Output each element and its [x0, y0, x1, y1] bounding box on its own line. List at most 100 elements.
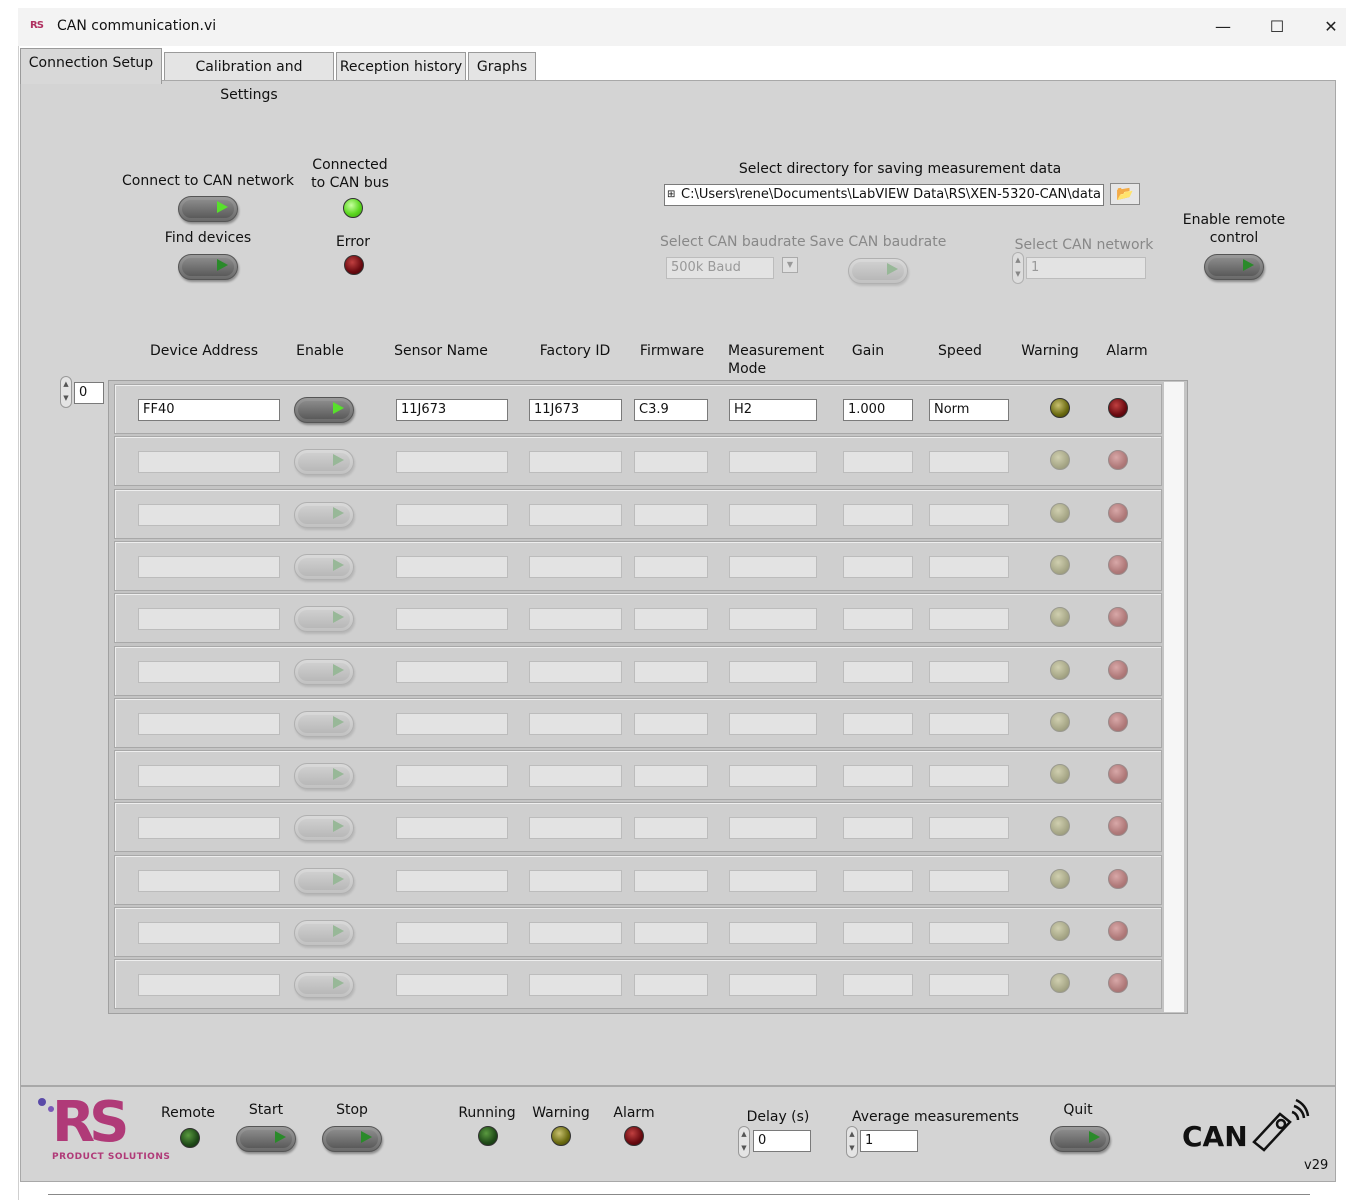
delay-field[interactable]: 0 [753, 1130, 811, 1152]
cell-mode[interactable] [729, 451, 817, 473]
average-spinner-icon[interactable]: ▲ ▼ [846, 1126, 858, 1158]
cell-mode[interactable] [729, 870, 817, 892]
cell-factory[interactable] [529, 974, 622, 996]
row-enable-toggle[interactable] [294, 711, 354, 737]
average-field[interactable]: 1 [860, 1130, 918, 1152]
cell-sensor[interactable] [396, 922, 508, 944]
cell-gain[interactable] [843, 661, 913, 683]
array-index-field[interactable]: 0 [74, 382, 104, 404]
cell-gain[interactable] [843, 974, 913, 996]
cell-address[interactable] [138, 713, 280, 735]
stop-button[interactable] [322, 1126, 382, 1152]
row-enable-toggle[interactable] [294, 397, 354, 423]
directory-path-field[interactable]: C:\Users\rene\Documents\LabVIEW Data\RS\… [664, 184, 1104, 206]
maximize-button[interactable]: ☐ [1262, 14, 1292, 40]
cell-address[interactable] [138, 556, 280, 578]
tab-connection-setup[interactable]: Connection Setup [20, 48, 162, 84]
cell-speed[interactable] [929, 817, 1009, 839]
array-index-spinner-icon[interactable]: ▲ ▼ [60, 376, 72, 408]
cell-firmware[interactable] [634, 870, 708, 892]
cell-sensor[interactable]: 11J673 [396, 399, 508, 421]
cell-factory[interactable] [529, 451, 622, 473]
cell-factory[interactable] [529, 608, 622, 630]
cell-address[interactable] [138, 974, 280, 996]
cell-sensor[interactable] [396, 556, 508, 578]
chevron-down-icon[interactable]: ▼ [782, 257, 798, 273]
browse-folder-icon[interactable]: 📂 [1110, 183, 1140, 205]
cell-firmware[interactable] [634, 504, 708, 526]
table-scrollbar[interactable] [1164, 382, 1184, 1012]
cell-speed[interactable] [929, 504, 1009, 526]
cell-factory[interactable] [529, 922, 622, 944]
cell-address[interactable] [138, 504, 280, 526]
cell-factory[interactable] [529, 817, 622, 839]
cell-mode[interactable] [729, 817, 817, 839]
cell-mode[interactable] [729, 713, 817, 735]
cell-mode[interactable] [729, 765, 817, 787]
cell-speed[interactable]: Norm [929, 399, 1009, 421]
network-field[interactable]: 1 [1026, 257, 1146, 279]
cell-sensor[interactable] [396, 451, 508, 473]
cell-mode[interactable] [729, 974, 817, 996]
cell-address[interactable] [138, 922, 280, 944]
close-button[interactable]: ✕ [1316, 14, 1346, 40]
delay-spinner-icon[interactable]: ▲ ▼ [738, 1126, 750, 1158]
cell-mode[interactable] [729, 608, 817, 630]
cell-sensor[interactable] [396, 765, 508, 787]
cell-factory[interactable] [529, 765, 622, 787]
quit-button[interactable] [1050, 1126, 1110, 1152]
cell-firmware[interactable] [634, 765, 708, 787]
cell-gain[interactable] [843, 870, 913, 892]
cell-speed[interactable] [929, 608, 1009, 630]
row-enable-toggle[interactable] [294, 763, 354, 789]
cell-factory[interactable] [529, 870, 622, 892]
cell-firmware[interactable]: C3.9 [634, 399, 708, 421]
cell-gain[interactable]: 1.000 [843, 399, 913, 421]
baudrate-select[interactable]: 500k Baud [666, 257, 774, 279]
cell-gain[interactable] [843, 608, 913, 630]
connect-toggle[interactable] [178, 196, 238, 222]
cell-speed[interactable] [929, 556, 1009, 578]
cell-factory[interactable]: 11J673 [529, 399, 622, 421]
cell-speed[interactable] [929, 661, 1009, 683]
cell-firmware[interactable] [634, 713, 708, 735]
row-enable-toggle[interactable] [294, 449, 354, 475]
row-enable-toggle[interactable] [294, 659, 354, 685]
find-devices-toggle[interactable] [178, 254, 238, 280]
cell-speed[interactable] [929, 765, 1009, 787]
minimize-button[interactable]: — [1208, 14, 1238, 40]
cell-firmware[interactable] [634, 661, 708, 683]
tab-reception-history[interactable]: Reception history [336, 52, 466, 80]
cell-firmware[interactable] [634, 817, 708, 839]
cell-speed[interactable] [929, 713, 1009, 735]
cell-speed[interactable] [929, 870, 1009, 892]
save-baudrate-toggle[interactable] [848, 258, 908, 284]
cell-factory[interactable] [529, 661, 622, 683]
cell-sensor[interactable] [396, 661, 508, 683]
cell-address[interactable] [138, 870, 280, 892]
cell-speed[interactable] [929, 922, 1009, 944]
cell-gain[interactable] [843, 556, 913, 578]
cell-factory[interactable] [529, 504, 622, 526]
cell-address[interactable] [138, 817, 280, 839]
row-enable-toggle[interactable] [294, 815, 354, 841]
cell-gain[interactable] [843, 451, 913, 473]
cell-sensor[interactable] [396, 870, 508, 892]
row-enable-toggle[interactable] [294, 868, 354, 894]
cell-sensor[interactable] [396, 713, 508, 735]
cell-address[interactable] [138, 765, 280, 787]
cell-gain[interactable] [843, 765, 913, 787]
cell-firmware[interactable] [634, 608, 708, 630]
start-button[interactable] [236, 1126, 296, 1152]
cell-address[interactable] [138, 661, 280, 683]
tab-calibration-settings[interactable]: Calibration and Settings [164, 52, 334, 103]
cell-mode[interactable] [729, 556, 817, 578]
cell-sensor[interactable] [396, 974, 508, 996]
cell-firmware[interactable] [634, 922, 708, 944]
row-enable-toggle[interactable] [294, 972, 354, 998]
cell-address[interactable]: FF40 [138, 399, 280, 421]
cell-mode[interactable] [729, 922, 817, 944]
cell-gain[interactable] [843, 817, 913, 839]
cell-speed[interactable] [929, 451, 1009, 473]
cell-speed[interactable] [929, 974, 1009, 996]
